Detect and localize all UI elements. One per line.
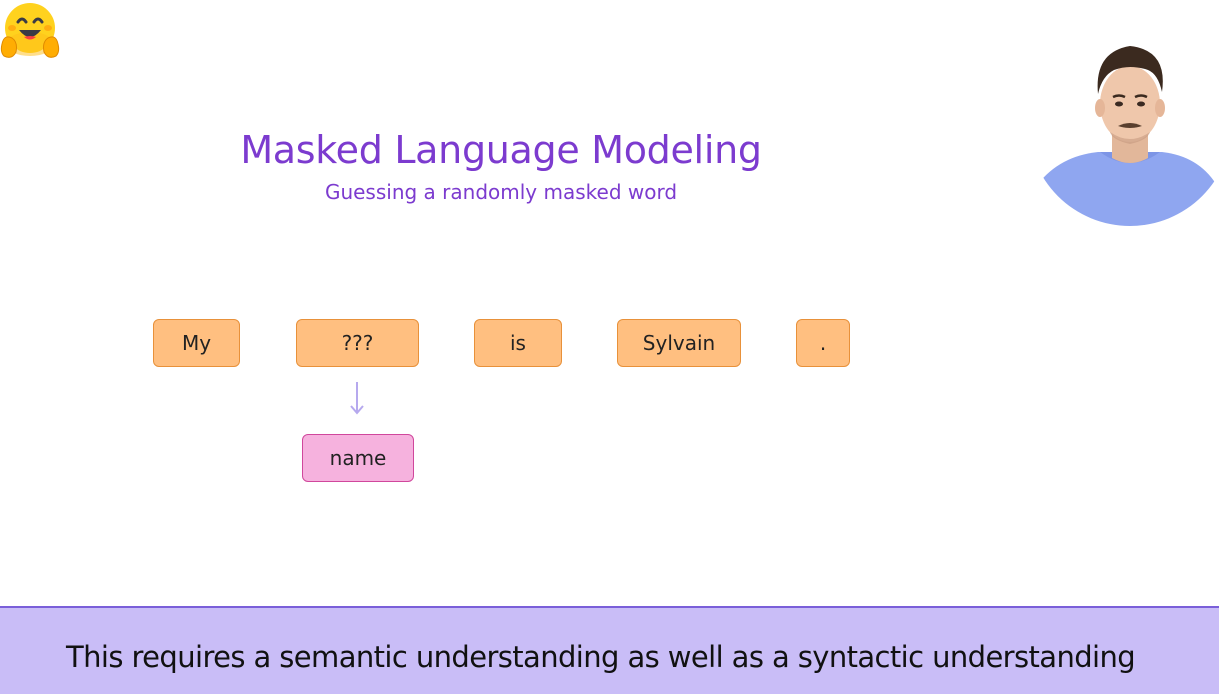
predicted-token: name [302, 434, 414, 482]
hugging-face-logo-icon [0, 3, 60, 58]
slide-subtitle: Guessing a randomly masked word [324, 180, 678, 204]
slide-title: Masked Language Modeling [240, 128, 762, 172]
token-is: is [474, 319, 562, 367]
token-period: . [796, 319, 850, 367]
token-my: My [153, 319, 240, 367]
caption-bar: This requires a semantic understanding a… [0, 606, 1219, 694]
token-masked: ??? [296, 319, 419, 367]
token-sylvain: Sylvain [617, 319, 741, 367]
arrow-down-icon [350, 382, 364, 415]
slide: Masked Language Modeling Guessing a rand… [0, 0, 1219, 694]
caption-text: This requires a semantic understanding a… [66, 640, 1136, 674]
presenter-video [1030, 34, 1216, 226]
